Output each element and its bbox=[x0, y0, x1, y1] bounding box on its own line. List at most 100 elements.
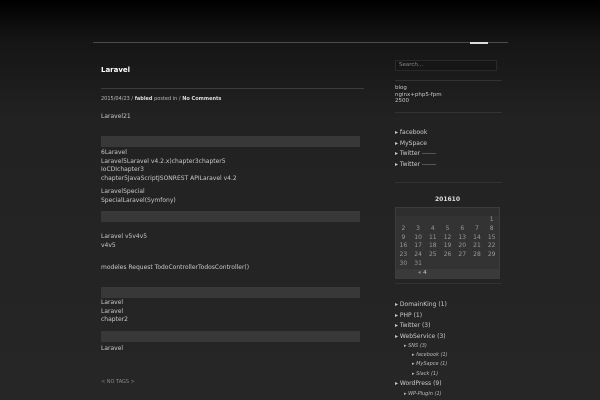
about-line: 2500 bbox=[395, 98, 409, 104]
link-twitter[interactable]: ▸ Twitter bbox=[395, 160, 437, 171]
calendar-week: 23 24 25 26 27 28 29 bbox=[396, 251, 499, 260]
text-line: SpecialLaravel(Symfony) bbox=[101, 196, 176, 204]
category-name[interactable]: DomainKing bbox=[400, 301, 437, 308]
category-name[interactable]: SNS bbox=[408, 343, 418, 349]
category-count: (1) bbox=[413, 311, 423, 319]
calendar-day: 27 bbox=[458, 251, 467, 259]
calendar-day: 3 bbox=[416, 224, 420, 232]
category-name[interactable]: PHP bbox=[400, 312, 412, 319]
subcategory-item[interactable]: ▸ facebook (1) bbox=[412, 351, 448, 361]
calendar-day: 19 bbox=[443, 242, 452, 250]
category-name[interactable]: Slack bbox=[416, 371, 429, 377]
category-count: (3) bbox=[437, 332, 446, 340]
calendar-week: 1 bbox=[396, 216, 499, 225]
calendar-day: 31 bbox=[414, 259, 422, 267]
paragraph: modeles Request TodoControllerTodosContr… bbox=[101, 264, 250, 271]
code-block bbox=[101, 211, 360, 222]
calendar-day: 15 bbox=[487, 233, 496, 241]
post-tags[interactable]: < NO TAGS > bbox=[101, 379, 135, 385]
category-count: (9) bbox=[433, 380, 442, 388]
category-name[interactable]: facebook bbox=[416, 352, 439, 358]
calendar-day: 9 bbox=[401, 233, 406, 241]
paragraph: Laravel21 bbox=[101, 113, 131, 120]
link-twitter[interactable]: ▸ Twitter bbox=[395, 149, 437, 160]
calendar-prev-link[interactable]: « 4 bbox=[396, 268, 499, 278]
calendar-day: 28 bbox=[473, 251, 481, 259]
text-line: LaravelSpecial bbox=[101, 188, 145, 195]
link-label[interactable]: facebook bbox=[400, 129, 427, 136]
subcategory-item[interactable]: ▸ SNS (3) ▸ facebook (1) ▸ MySapce (1) ▸… bbox=[404, 342, 448, 379]
category-name[interactable]: Twitter bbox=[400, 322, 420, 329]
code-block bbox=[101, 287, 360, 298]
subcategory-list: ▸ facebook (1) ▸ MySapce (1) ▸ Slack (1) bbox=[412, 351, 448, 380]
text-line: Laravel bbox=[101, 307, 124, 315]
meta-slash: / bbox=[131, 96, 134, 102]
calendar-day: 21 bbox=[473, 242, 481, 250]
text-line: chapter5JavaScriptJSONREST APILaravel v4… bbox=[101, 174, 237, 182]
calendar-day: 18 bbox=[428, 242, 437, 250]
paragraph: 6Laravel Laravel5Laravel v4.2.x)chapter3… bbox=[101, 149, 237, 183]
link-facebook[interactable]: ▸ facebook bbox=[395, 128, 436, 139]
about-block: blog nginx+php5-fpm 2500 bbox=[395, 85, 442, 105]
post-author[interactable]: fabled bbox=[135, 96, 153, 102]
calendar-day: 2 bbox=[401, 224, 406, 232]
post-date: 2015/04/23 bbox=[101, 96, 130, 102]
calendar-day bbox=[440, 216, 455, 225]
calendar-day: 8 bbox=[489, 224, 494, 232]
code-block bbox=[101, 136, 360, 147]
category-list: ▸ DomainKing (1) ▸ PHP (1) ▸ Twitter (3)… bbox=[395, 300, 448, 398]
category-item[interactable]: ▸ WordPress (9) ▸ WP-Plugin (1) bbox=[395, 379, 448, 398]
calendar-day bbox=[425, 260, 440, 269]
category-name[interactable]: WP-Plugin bbox=[408, 391, 433, 397]
category-item[interactable]: ▸ PHP (1) bbox=[395, 311, 448, 322]
text-line: chapter2 bbox=[101, 316, 128, 323]
post-meta: 2015/04/23 / fabled posted in / No Comme… bbox=[101, 96, 221, 102]
link-label[interactable]: Twitter bbox=[400, 150, 420, 157]
calendar-day: 20 bbox=[458, 242, 467, 250]
calendar-day: 4 bbox=[430, 224, 435, 232]
calendar-day: 1 bbox=[489, 216, 494, 223]
calendar-day: 26 bbox=[443, 251, 452, 259]
calendar-day bbox=[470, 260, 485, 269]
category-name[interactable]: WordPress bbox=[400, 380, 431, 387]
paragraph: Laravel Laravel chapter2 bbox=[101, 299, 128, 325]
calendar-day: 11 bbox=[428, 233, 437, 241]
calendar-day: 12 bbox=[443, 233, 452, 241]
post-title[interactable]: Laravel bbox=[101, 66, 130, 74]
calendar-day: 10 bbox=[414, 233, 422, 241]
subcategory-item[interactable]: ▸ MySapce (1) bbox=[412, 360, 448, 370]
nav-active-indicator[interactable] bbox=[470, 42, 488, 44]
category-count: (1) bbox=[440, 361, 448, 368]
calendar-day: 14 bbox=[473, 233, 481, 241]
link-label[interactable]: Twitter bbox=[400, 161, 420, 168]
sidebar-divider bbox=[395, 112, 502, 113]
category-name[interactable]: MySapce bbox=[416, 361, 439, 367]
category-count: (3) bbox=[419, 343, 427, 350]
title-divider bbox=[101, 88, 364, 89]
category-name[interactable]: WebService bbox=[400, 333, 435, 340]
calendar-day bbox=[455, 260, 470, 269]
calendar-day bbox=[440, 260, 455, 269]
text-line: Laravel v5v4v5 bbox=[101, 233, 148, 240]
category-item[interactable]: ▸ WebService (3) ▸ SNS (3) ▸ facebook (1… bbox=[395, 332, 448, 380]
calendar-day: 30 bbox=[399, 259, 408, 267]
link-label[interactable]: MySpace bbox=[400, 140, 427, 147]
meta-slash: / bbox=[178, 96, 181, 102]
calendar-day bbox=[425, 216, 440, 225]
calendar-title: 201610 bbox=[434, 196, 461, 203]
link-myspace[interactable]: ▸ MySpace bbox=[395, 139, 436, 150]
sidebar-divider bbox=[395, 283, 502, 284]
comments-link[interactable]: No Comments bbox=[182, 96, 221, 102]
paragraph: LaravelSpecial SpecialLaravel(Symfony) bbox=[101, 188, 176, 205]
subcategory-item[interactable]: ▸ WP-Plugin (1) bbox=[404, 390, 448, 399]
calendar-widget: 201610 1 2345678 9 10 11 12 13 14 15 16 17 18 19 2… bbox=[395, 196, 500, 279]
category-item[interactable]: ▸ DomainKing (1) bbox=[395, 300, 448, 311]
subcategory-item[interactable]: ▸ Slack (1) bbox=[412, 370, 448, 380]
calendar-week: 9 10 11 12 13 14 15 bbox=[396, 234, 499, 243]
calendar-day bbox=[484, 260, 499, 269]
subcategory-list: ▸ SNS (3) ▸ facebook (1) ▸ MySapce (1) ▸… bbox=[404, 342, 448, 379]
calendar-day: 23 bbox=[399, 251, 408, 259]
paragraph: Laravel bbox=[101, 345, 124, 352]
category-item[interactable]: ▸ Twitter (3) bbox=[395, 321, 448, 332]
search-input[interactable]: Search... bbox=[395, 60, 497, 71]
